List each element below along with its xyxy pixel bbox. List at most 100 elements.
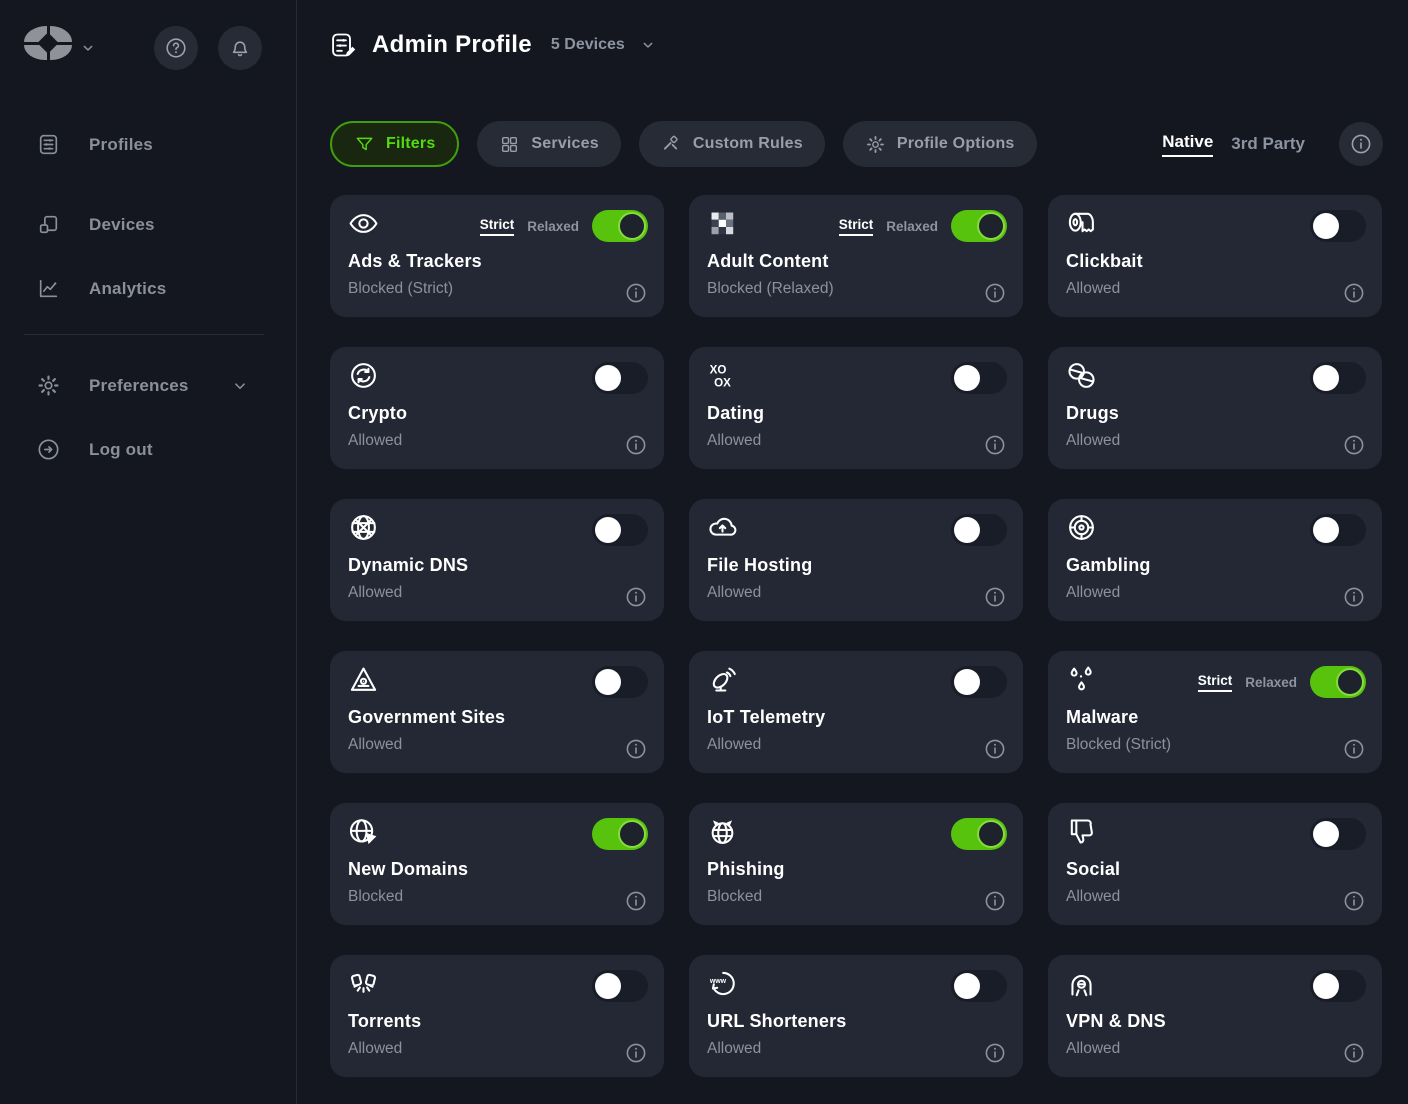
sidebar-item-analytics[interactable]: Analytics xyxy=(36,276,166,301)
card-status: Allowed xyxy=(1066,584,1120,602)
card-status: Allowed xyxy=(707,584,761,602)
profile-edit-icon xyxy=(329,31,357,59)
info-icon[interactable] xyxy=(983,433,1007,457)
crypto-toggle[interactable] xyxy=(592,362,648,394)
torrents-toggle[interactable] xyxy=(592,970,648,1002)
info-icon[interactable] xyxy=(624,1041,648,1065)
xoxo-icon: XOOX xyxy=(707,360,738,391)
strict-option[interactable]: Strict xyxy=(839,217,874,236)
devices-icon xyxy=(36,212,61,237)
svg-text:XO: XO xyxy=(710,364,727,377)
file-hosting-toggle[interactable] xyxy=(951,514,1007,546)
control-d-logo[interactable] xyxy=(24,26,72,60)
tab-profile-options[interactable]: Profile Options xyxy=(843,121,1037,167)
card-title: VPN & DNS xyxy=(1066,1011,1166,1032)
card-title: Torrents xyxy=(348,1011,421,1032)
tab-label: Profile Options xyxy=(897,135,1015,153)
filter-card-adult-content: Strict Relaxed Adult Content Blocked (Re… xyxy=(689,195,1023,317)
ads-trackers-toggle[interactable] xyxy=(592,210,648,242)
clickbait-toggle[interactable] xyxy=(1310,210,1366,242)
third-party-option[interactable]: 3rd Party xyxy=(1231,134,1305,154)
filter-card-dating: XOOX Dating Allowed xyxy=(689,347,1023,469)
app-screen: Profiles Devices Analytics Preferences L… xyxy=(0,0,1408,1104)
government-sites-toggle[interactable] xyxy=(592,666,648,698)
help-icon xyxy=(164,36,188,60)
help-button[interactable] xyxy=(154,26,198,70)
info-icon[interactable] xyxy=(983,737,1007,761)
filter-card-drugs: Drugs Allowed xyxy=(1048,347,1382,469)
card-status: Blocked xyxy=(707,888,762,906)
info-icon[interactable] xyxy=(1342,889,1366,913)
url-shorteners-toggle[interactable] xyxy=(951,970,1007,1002)
card-title: Gambling xyxy=(1066,555,1151,576)
sidebar-item-preferences[interactable]: Preferences xyxy=(36,373,189,398)
tab-services[interactable]: Services xyxy=(477,121,620,167)
filter-card-ads-trackers: Strict Relaxed Ads & Trackers Blocked (S… xyxy=(330,195,664,317)
info-icon[interactable] xyxy=(983,889,1007,913)
strict-option[interactable]: Strict xyxy=(480,217,515,236)
malware-toggle[interactable] xyxy=(1310,666,1366,698)
filter-card-vpn-dns: VPN & DNS Allowed xyxy=(1048,955,1382,1077)
filter-card-phishing: Phishing Blocked xyxy=(689,803,1023,925)
card-status: Blocked xyxy=(348,888,403,906)
gambling-toggle[interactable] xyxy=(1310,514,1366,546)
dating-toggle[interactable] xyxy=(951,362,1007,394)
tab-custom-rules[interactable]: Custom Rules xyxy=(639,121,825,167)
svg-text:OX: OX xyxy=(714,376,731,389)
info-icon[interactable] xyxy=(983,585,1007,609)
toggle-knob xyxy=(595,517,621,543)
notifications-button[interactable] xyxy=(218,26,262,70)
info-icon[interactable] xyxy=(983,281,1007,305)
native-option[interactable]: Native xyxy=(1162,132,1213,157)
page-header: Admin Profile 5 Devices xyxy=(329,31,656,59)
info-icon[interactable] xyxy=(624,433,648,457)
devices-chevron-down-icon[interactable] xyxy=(640,37,656,53)
new-domains-toggle[interactable] xyxy=(592,818,648,850)
adult-content-toggle[interactable] xyxy=(951,210,1007,242)
info-icon[interactable] xyxy=(1342,281,1366,305)
filters-info-button[interactable] xyxy=(1339,122,1383,166)
filter-card-gambling: Gambling Allowed xyxy=(1048,499,1382,621)
pyramid-eye-icon xyxy=(348,664,379,695)
social-toggle[interactable] xyxy=(1310,818,1366,850)
org-chevron-down-icon[interactable] xyxy=(80,40,96,56)
relaxed-option[interactable]: Relaxed xyxy=(527,219,579,234)
sidebar-item-profiles[interactable]: Profiles xyxy=(36,132,153,157)
device-count-dropdown[interactable]: 5 Devices xyxy=(551,36,625,54)
card-status: Allowed xyxy=(1066,1040,1120,1058)
iot-telemetry-toggle[interactable] xyxy=(951,666,1007,698)
relaxed-option[interactable]: Relaxed xyxy=(886,219,938,234)
funnel-icon xyxy=(354,134,375,155)
card-title: URL Shorteners xyxy=(707,1011,847,1032)
svg-text:www: www xyxy=(709,978,727,985)
toggle-knob xyxy=(954,973,980,999)
card-title: Phishing xyxy=(707,859,785,880)
sidebar-item-logout[interactable]: Log out xyxy=(36,437,153,462)
tab-label: Filters xyxy=(386,135,435,153)
strict-option[interactable]: Strict xyxy=(1198,673,1233,692)
drugs-toggle[interactable] xyxy=(1310,362,1366,394)
preferences-chevron-down-icon[interactable] xyxy=(231,377,249,395)
grid-icon xyxy=(499,134,520,155)
toggle-knob xyxy=(595,973,621,999)
card-status: Blocked (Strict) xyxy=(348,280,453,298)
info-icon[interactable] xyxy=(624,889,648,913)
relaxed-option[interactable]: Relaxed xyxy=(1245,675,1297,690)
sidebar-divider xyxy=(24,334,264,335)
phishing-toggle[interactable] xyxy=(951,818,1007,850)
info-icon[interactable] xyxy=(1342,433,1366,457)
info-icon[interactable] xyxy=(624,737,648,761)
dynamic-dns-toggle[interactable] xyxy=(592,514,648,546)
tab-filters[interactable]: Filters xyxy=(330,121,459,167)
vpn-dns-toggle[interactable] xyxy=(1310,970,1366,1002)
info-icon[interactable] xyxy=(624,585,648,609)
filter-card-torrents: Torrents Allowed xyxy=(330,955,664,1077)
card-title: Social xyxy=(1066,859,1120,880)
sidebar-item-devices[interactable]: Devices xyxy=(36,212,155,237)
info-icon[interactable] xyxy=(1342,737,1366,761)
info-icon[interactable] xyxy=(1342,585,1366,609)
info-icon[interactable] xyxy=(624,281,648,305)
info-icon[interactable] xyxy=(983,1041,1007,1065)
info-icon[interactable] xyxy=(1342,1041,1366,1065)
toggle-knob xyxy=(954,517,980,543)
